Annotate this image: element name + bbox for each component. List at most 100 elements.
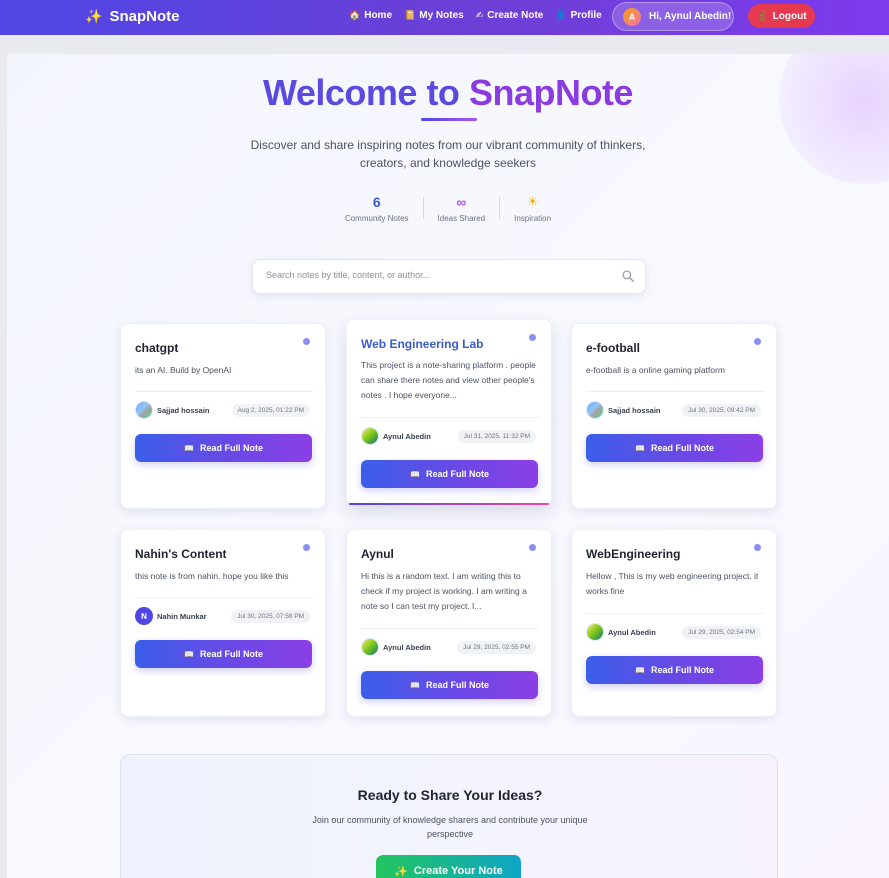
- note-date: Jul 29, 2025, 02:55 PM: [457, 641, 536, 654]
- note-title: Web Engineering Lab: [361, 337, 484, 351]
- create-your-note-button[interactable]: ✨ Create Your Note: [376, 855, 521, 878]
- book-icon: 📖: [635, 443, 645, 453]
- nav-links: 🏠 Home 📔 My Notes ✍ Create Note 👤 Profil…: [349, 10, 602, 21]
- sun-icon: ☀: [526, 194, 539, 209]
- note-card: WebEngineering Hellow , This is my web e…: [571, 529, 777, 717]
- book-icon: 📖: [410, 680, 420, 690]
- divider: [361, 417, 539, 418]
- main-content: Welcome to SnapNote Discover and share i…: [7, 54, 889, 878]
- page-title: Welcome to SnapNote: [7, 72, 889, 114]
- note-description: e-football is a online gaming platform: [586, 365, 725, 375]
- note-card: e-football e-football is a online gaming…: [571, 323, 777, 509]
- note-author: Sajjad hossain: [586, 401, 661, 419]
- book-icon: 📖: [184, 443, 194, 453]
- page-subtitle: Discover and share inspiring notes from …: [250, 138, 646, 170]
- note-author: Aynul Abedin: [361, 427, 431, 445]
- read-full-note-button[interactable]: 📖 Read Full Note: [586, 656, 763, 684]
- nav-link-my-notes[interactable]: 📔 My Notes: [404, 10, 464, 21]
- divider: [135, 391, 313, 392]
- note-card: chatgpt its an AI. Build by OpenAI Sajja…: [120, 323, 326, 509]
- note-description: this note is from nahin. hope you like t…: [135, 571, 289, 581]
- title-underline: [421, 118, 477, 121]
- book-icon: 📖: [184, 649, 194, 659]
- status-dot: [303, 544, 310, 551]
- stat-inspiration: ☀ Inspiration: [500, 194, 565, 223]
- button-label: Read Full Note: [650, 665, 714, 675]
- infinity-icon: ∞: [456, 194, 467, 210]
- search-icon[interactable]: [621, 269, 635, 283]
- search-input[interactable]: [266, 270, 606, 280]
- sparkles-icon: ✨: [394, 865, 408, 878]
- brand-logo[interactable]: ✨ SnapNote: [85, 8, 179, 25]
- author-name: Aynul Abedin: [608, 627, 656, 637]
- avatar: [586, 401, 604, 419]
- logout-label: Logout: [772, 10, 807, 22]
- nav-link-create-note[interactable]: ✍ Create Note: [476, 10, 544, 21]
- read-full-note-button[interactable]: 📖 Read Full Note: [361, 460, 538, 488]
- notebook-icon: 📔: [404, 10, 416, 20]
- divider: [135, 597, 313, 598]
- avatar: [586, 623, 604, 641]
- note-date: Jul 29, 2025, 02:54 PM: [682, 626, 761, 639]
- button-label: Read Full Note: [650, 443, 714, 453]
- door-icon: 🚪: [756, 10, 768, 21]
- nav-link-label: Create Note: [487, 10, 544, 21]
- status-dot: [754, 544, 761, 551]
- house-icon: 🏠: [349, 10, 361, 20]
- status-dot: [303, 338, 310, 345]
- user-menu[interactable]: A Hi, Aynul Abedin!: [612, 2, 734, 31]
- cta-title: Ready to Share Your Ideas?: [357, 787, 543, 803]
- note-card: Nahin's Content this note is from nahin.…: [120, 529, 326, 717]
- note-title: chatgpt: [135, 341, 179, 355]
- status-dot: [529, 544, 536, 551]
- avatar: [135, 401, 153, 419]
- divider: [586, 613, 764, 614]
- stat-label: Inspiration: [514, 214, 552, 223]
- author-name: Sajjad hossain: [608, 405, 661, 415]
- note-description: Hi this is a random text. I am writing t…: [361, 571, 527, 611]
- nav-link-home[interactable]: 🏠 Home: [349, 10, 392, 21]
- note-description: Hellow , This is my web engineering proj…: [586, 571, 759, 596]
- stat-ideas-shared: ∞ Ideas Shared: [424, 194, 500, 223]
- note-date: Jul 30, 2025, 09:42 PM: [682, 404, 761, 417]
- note-description: This project is a note-sharing platform …: [361, 360, 536, 400]
- read-full-note-button[interactable]: 📖 Read Full Note: [361, 671, 538, 699]
- divider: [586, 391, 764, 392]
- read-full-note-button[interactable]: 📖 Read Full Note: [586, 434, 763, 462]
- stat-value: 6: [372, 194, 381, 210]
- avatar: [361, 638, 379, 656]
- note-title: e-football: [586, 341, 640, 355]
- read-full-note-button[interactable]: 📖 Read Full Note: [135, 434, 312, 462]
- stat-label: Ideas Shared: [437, 214, 486, 223]
- logout-button[interactable]: 🚪 Logout: [748, 4, 815, 28]
- note-card: Web Engineering Lab This project is a no…: [346, 319, 552, 505]
- note-title: Nahin's Content: [135, 547, 227, 561]
- nav-link-label: Profile: [570, 10, 602, 21]
- read-full-note-button[interactable]: 📖 Read Full Note: [135, 640, 312, 668]
- status-dot: [754, 338, 761, 345]
- author-name: Aynul Abedin: [383, 642, 431, 652]
- avatar: A: [623, 7, 641, 26]
- nav-link-label: My Notes: [419, 10, 464, 21]
- note-date: Jul 30, 2025, 07:58 PM: [231, 610, 310, 623]
- search-bar: [252, 259, 646, 294]
- book-icon: 📖: [410, 469, 420, 479]
- note-author: N Nahin Munkar: [135, 607, 207, 625]
- nav-link-profile[interactable]: 👤 Profile: [555, 10, 601, 21]
- note-description: its an AI. Build by OpenAI: [135, 365, 232, 375]
- button-label: Read Full Note: [199, 649, 263, 659]
- note-date: Jul 31, 2025, 11:32 PM: [457, 430, 536, 443]
- user-greeting: Hi, Aynul Abedin!: [649, 11, 732, 22]
- button-label: Read Full Note: [199, 443, 263, 453]
- button-label: Read Full Note: [425, 469, 489, 479]
- note-author: Aynul Abedin: [361, 638, 431, 656]
- stats-bar: 6 Community Notes ∞ Ideas Shared ☀ Inspi…: [7, 194, 889, 223]
- button-label: Create Your Note: [413, 865, 503, 877]
- avatar: [361, 427, 379, 445]
- navbar: ✨ SnapNote 🏠 Home 📔 My Notes ✍ Create No…: [0, 0, 889, 35]
- author-name: Sajjad hossain: [157, 405, 210, 415]
- button-label: Read Full Note: [425, 680, 489, 690]
- writing-hand-icon: ✍: [475, 10, 484, 20]
- book-icon: 📖: [635, 665, 645, 675]
- author-name: Nahin Munkar: [157, 611, 207, 621]
